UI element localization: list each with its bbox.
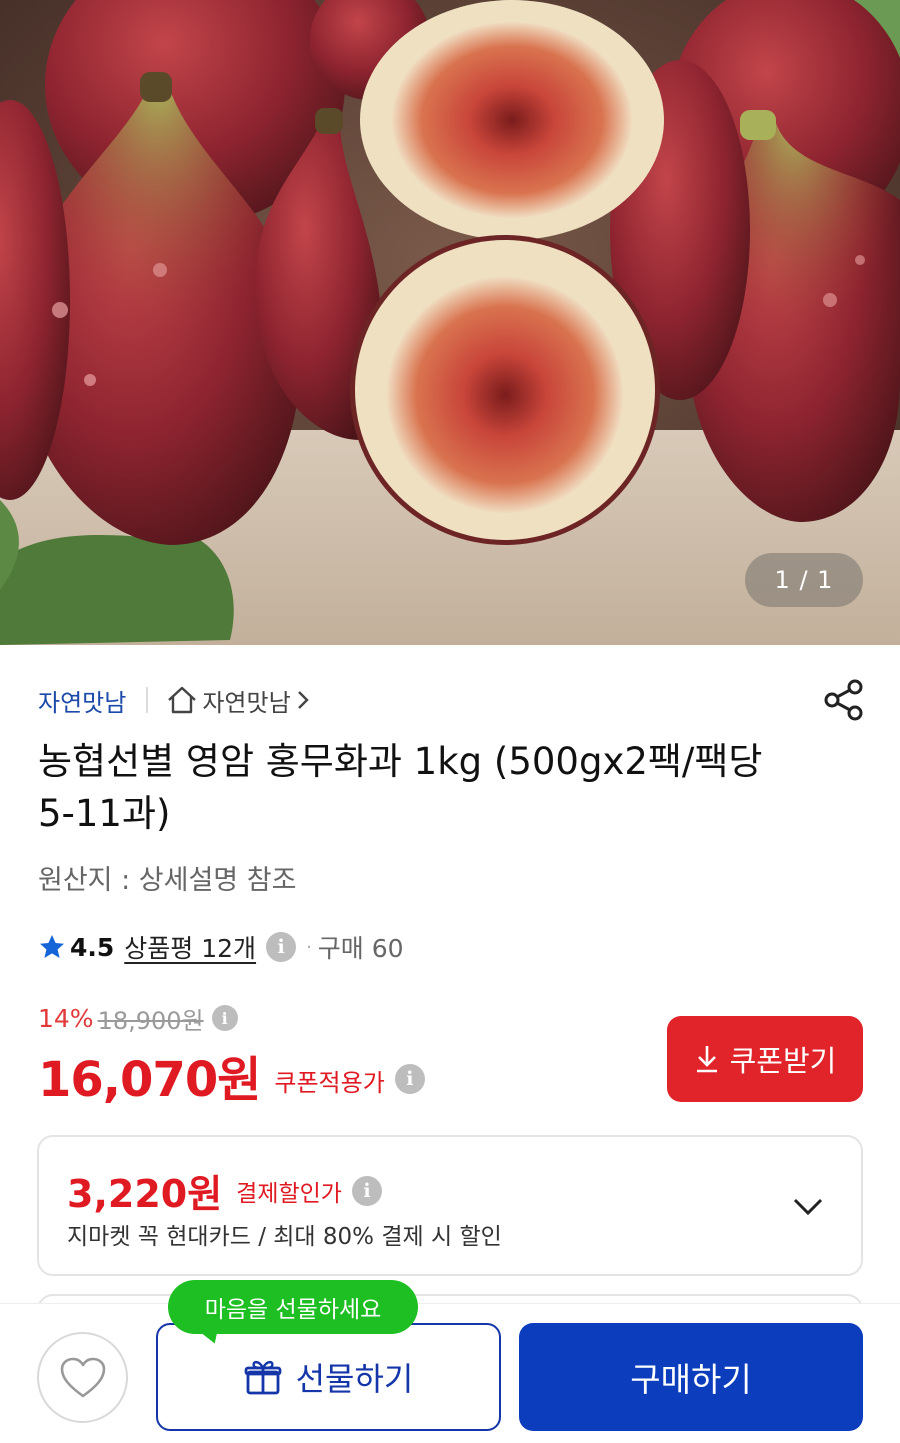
payment-price: 3,220원 bbox=[67, 1172, 223, 1216]
review-link[interactable]: 상품평 12개 bbox=[124, 929, 256, 965]
gift-tooltip: 마음을 선물하세요 bbox=[168, 1280, 418, 1347]
bottom-action-bar: 선물하기 구매하기 bbox=[0, 1303, 900, 1443]
divider bbox=[146, 687, 149, 713]
share-button[interactable] bbox=[822, 678, 866, 722]
buy-button-label: 구매하기 bbox=[630, 1360, 752, 1399]
original-price: 18,900원 bbox=[97, 1006, 204, 1035]
share-icon bbox=[824, 679, 863, 721]
coupon-price-label: 쿠폰적용가 bbox=[274, 1068, 385, 1097]
home-icon bbox=[168, 686, 197, 714]
product-image[interactable]: 1 / 1 bbox=[0, 0, 900, 645]
info-icon[interactable]: i bbox=[211, 1005, 238, 1031]
brand-link[interactable]: 자연맛남 bbox=[38, 683, 126, 718]
gift-icon bbox=[244, 1360, 282, 1395]
price-row: 16,070원 쿠폰적용가 i bbox=[38, 1040, 425, 1110]
payment-price-row: 3,220원 결제할인가 i bbox=[67, 1163, 382, 1218]
star-icon bbox=[40, 935, 64, 958]
figs-product-photo bbox=[0, 0, 900, 645]
info-icon[interactable]: i bbox=[266, 932, 297, 962]
heart-icon bbox=[60, 1357, 105, 1397]
info-icon[interactable]: i bbox=[351, 1175, 382, 1206]
separator: · bbox=[306, 936, 312, 958]
wishlist-button[interactable] bbox=[37, 1332, 128, 1423]
final-price: 16,070원 bbox=[38, 1052, 261, 1108]
payment-description: 지마켓 꼭 현대카드 / 최대 80% 결제 시 할인 bbox=[67, 1224, 502, 1250]
payment-discount-card[interactable]: 3,220원 결제할인가 i 지마켓 꼭 현대카드 / 최대 80% 결제 시 … bbox=[37, 1135, 863, 1276]
product-title: 농협선별 영암 홍무화과 1kg (500gx2팩/팩당5-11과) bbox=[38, 740, 763, 835]
chevron-down-icon[interactable] bbox=[791, 1189, 825, 1223]
payment-price-label: 결제할인가 bbox=[236, 1180, 342, 1207]
discount-rate: 14% bbox=[38, 1003, 94, 1033]
gift-tooltip-text: 마음을 선물하세요 bbox=[204, 1297, 382, 1323]
store-home-link[interactable]: 자연맛남 bbox=[166, 683, 309, 718]
chevron-right-icon bbox=[297, 691, 309, 709]
info-icon[interactable]: i bbox=[394, 1064, 425, 1094]
rating-row: 4.5 상품평 12개 i · 구매 60 bbox=[38, 926, 404, 968]
purchase-count: 구매 60 bbox=[317, 934, 404, 963]
discount-row: 14% 18,900원 i bbox=[38, 1000, 238, 1036]
image-pager: 1 / 1 bbox=[745, 553, 863, 607]
coupon-download-button[interactable]: 쿠폰받기 bbox=[667, 1016, 863, 1102]
coupon-button-label: 쿠폰받기 bbox=[729, 1044, 837, 1078]
gift-button-label: 선물하기 bbox=[295, 1360, 414, 1398]
store-row: 자연맛남 자연맛남 bbox=[38, 680, 309, 720]
rating-score: 4.5 bbox=[70, 932, 115, 962]
download-icon bbox=[696, 1046, 717, 1073]
buy-button[interactable]: 구매하기 bbox=[519, 1323, 863, 1431]
product-origin: 원산지 : 상세설명 참조 bbox=[38, 865, 297, 896]
store-home-label: 자연맛남 bbox=[202, 688, 291, 717]
